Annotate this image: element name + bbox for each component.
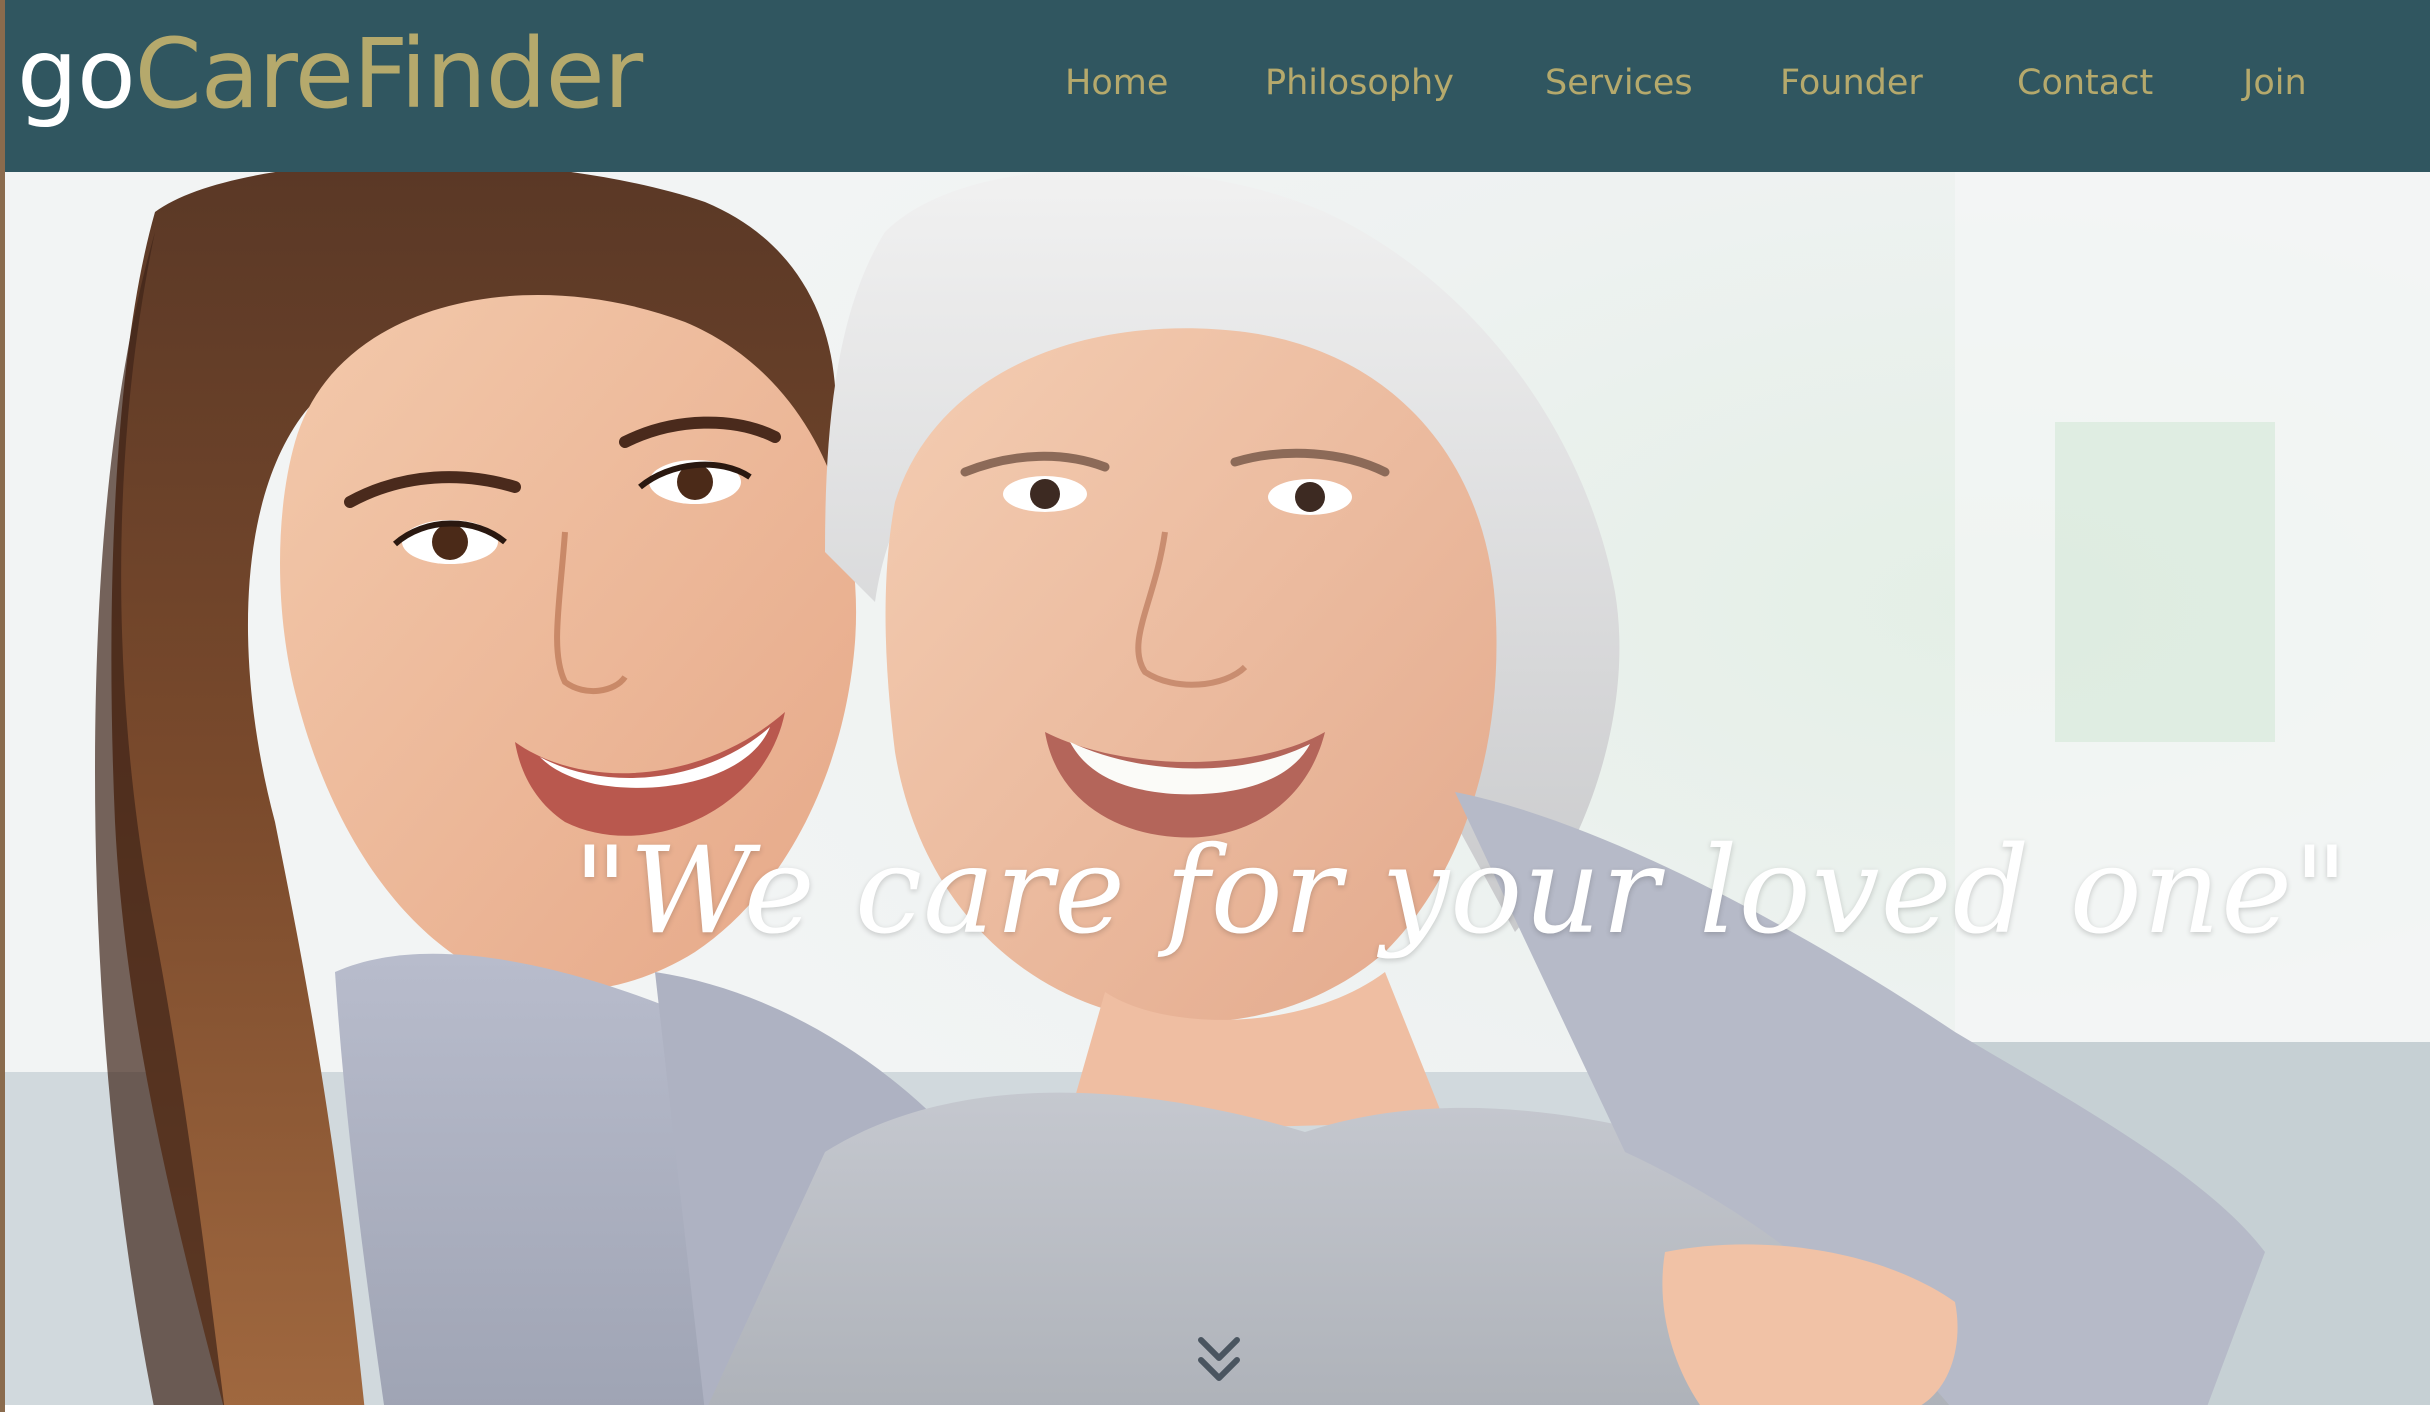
bottom-strip xyxy=(0,1405,2430,1412)
nav-contact-link[interactable]: Contact xyxy=(2017,66,2153,101)
nav-founder-link[interactable]: Founder xyxy=(1780,66,1923,101)
hero-photo xyxy=(5,172,2430,1412)
hero-section: "We care for your loved one" xyxy=(5,172,2430,1412)
hero-tagline: "We care for your loved one" xyxy=(573,822,2350,961)
nav-philosophy-link[interactable]: Philosophy xyxy=(1265,66,1454,101)
double-chevron-down-icon xyxy=(1198,1337,1240,1381)
page: goCareFinder Home Philosophy Services Fo… xyxy=(0,0,2430,1412)
scroll-down-button[interactable] xyxy=(1195,1332,1243,1392)
nav-join-link[interactable]: Join xyxy=(2243,66,2307,101)
nav-services-link[interactable]: Services xyxy=(1545,66,1693,101)
top-navbar: goCareFinder Home Philosophy Services Fo… xyxy=(5,0,2430,172)
left-edge-strip xyxy=(0,0,5,1412)
main-nav: Home Philosophy Services Founder Contact… xyxy=(5,0,2430,172)
nav-home-link[interactable]: Home xyxy=(1065,66,1168,101)
